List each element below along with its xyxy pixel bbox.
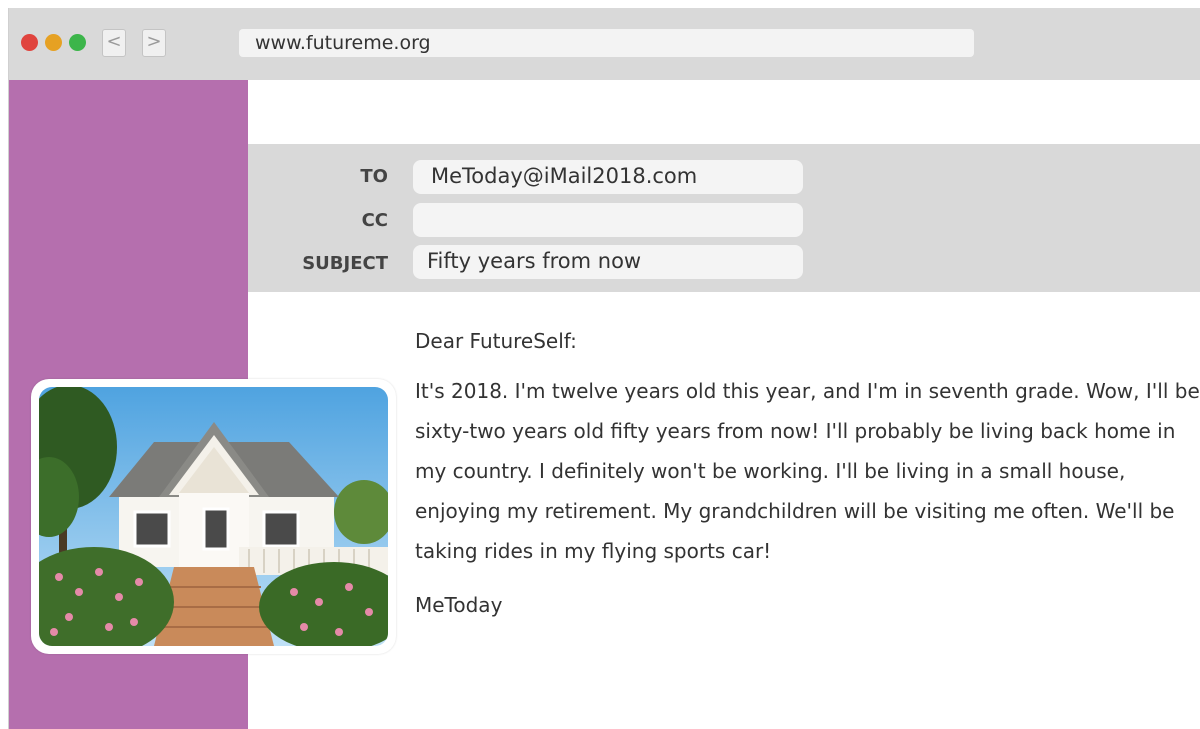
- cc-label: CC: [361, 210, 388, 231]
- back-arrow-icon[interactable]: <: [102, 29, 126, 57]
- house-illustration: [39, 387, 388, 646]
- browser-window: < > www.futureme.org TO MeToday@iMail201…: [8, 8, 1200, 729]
- house-photo-frame: [31, 379, 396, 654]
- email-header: TO MeToday@iMail2018.com CC SUBJECT Fift…: [248, 144, 1200, 292]
- cc-field[interactable]: [413, 203, 803, 237]
- subject-field[interactable]: Fifty years from now: [413, 245, 803, 279]
- to-field[interactable]: MeToday@iMail2018.com: [413, 160, 803, 194]
- subject-label: SUBJECT: [302, 253, 388, 274]
- to-label: TO: [360, 166, 388, 187]
- letter-body[interactable]: Dear FutureSelf: It's 2018. I'm twelve y…: [415, 324, 1200, 622]
- maximize-window-button[interactable]: [69, 34, 86, 51]
- minimize-window-button[interactable]: [45, 34, 62, 51]
- forward-arrow-icon[interactable]: >: [142, 29, 166, 57]
- address-bar[interactable]: www.futureme.org: [239, 29, 974, 57]
- letter-signature: MeToday: [415, 593, 503, 617]
- house-photo: [39, 387, 388, 646]
- letter-paragraph: It's 2018. I'm twelve years old this yea…: [415, 379, 1200, 563]
- letter-salutation: Dear FutureSelf:: [415, 329, 577, 353]
- address-bar-url: www.futureme.org: [255, 32, 431, 54]
- browser-titlebar: < > www.futureme.org: [9, 8, 1200, 80]
- close-window-button[interactable]: [21, 34, 38, 51]
